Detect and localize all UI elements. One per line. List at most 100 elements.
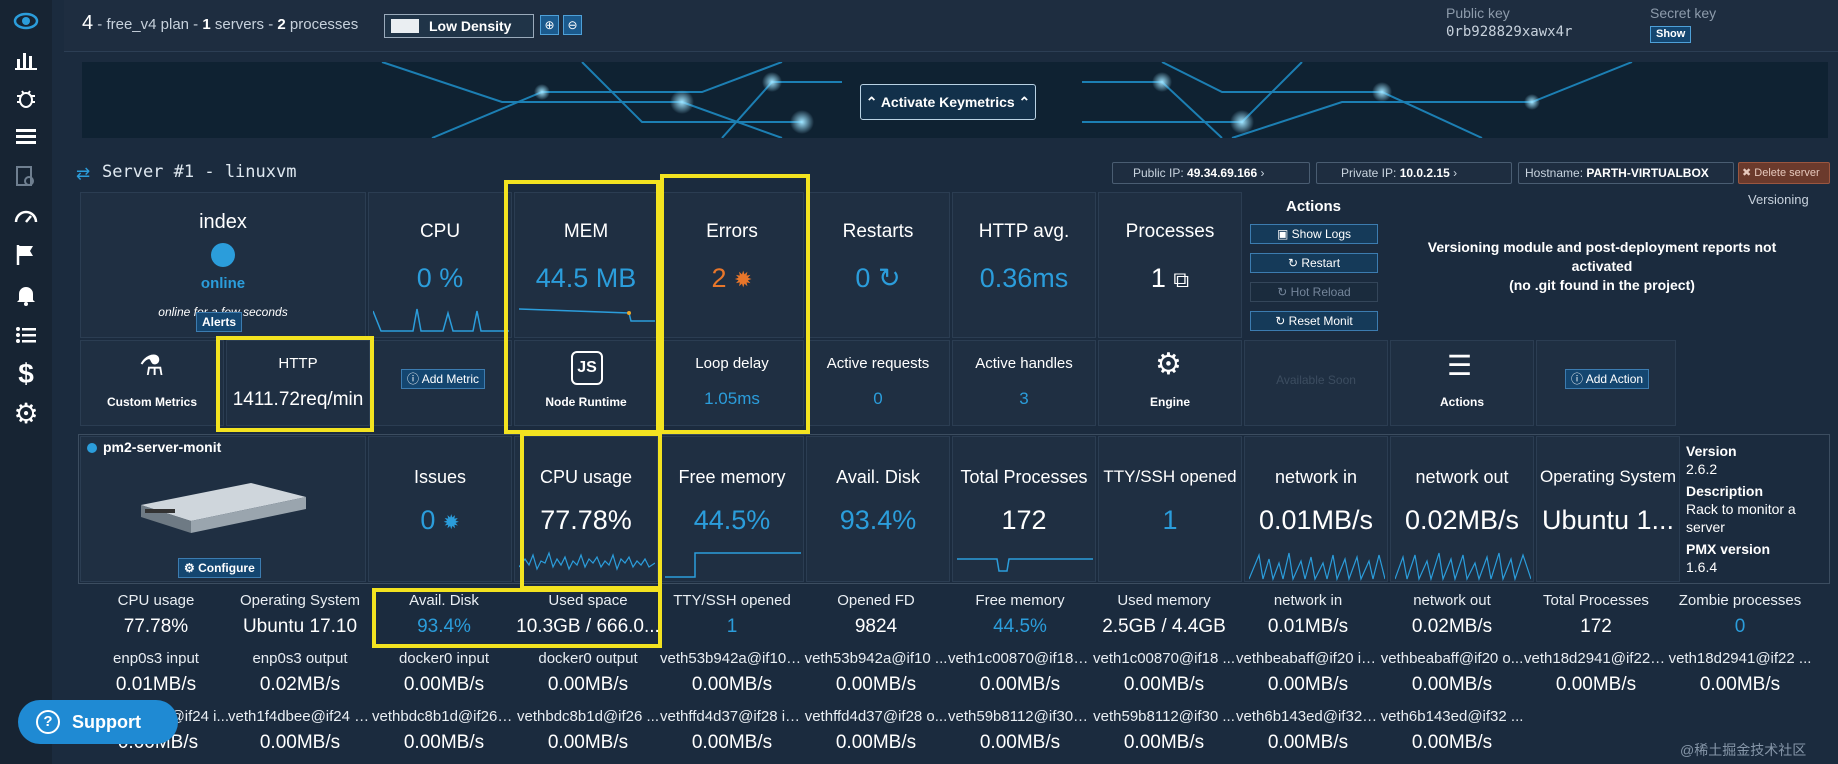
grid-value: 0.00MB/s: [979, 732, 1061, 753]
errors-value: 2: [711, 263, 727, 293]
cpu-sparkline: [373, 308, 509, 332]
engine-card[interactable]: ⚙ Engine: [1098, 340, 1242, 426]
hostname-pill: Hostname: PARTH-VIRTUALBOX: [1518, 162, 1734, 184]
bar-chart-icon[interactable]: [12, 46, 40, 74]
active-requests-card[interactable]: Active requests 0: [806, 340, 950, 426]
activate-keymetrics-button[interactable]: ⌃ Activate Keymetrics ⌃: [860, 84, 1036, 120]
cpu-usage-card[interactable]: CPU usage 77.78%: [514, 436, 658, 582]
http-avg-value: 0.36ms: [979, 263, 1069, 293]
tty-value: 1: [1162, 505, 1178, 535]
versioning-label: Versioning: [1748, 192, 1809, 207]
grid-value: 0.00MB/s: [1411, 674, 1493, 695]
active-handles-value: 3: [1019, 389, 1029, 408]
zoom-out-icon[interactable]: ⊖: [563, 15, 582, 35]
support-label: Support: [72, 712, 141, 732]
add-metric-button[interactable]: ⓘ Add Metric: [401, 369, 486, 389]
restarts-card[interactable]: Restarts 0 ↻: [806, 192, 950, 338]
plan-name: - free_v4 plan -: [93, 16, 203, 33]
mem-card[interactable]: MEM 44.5 MB: [514, 192, 658, 338]
process-status: online: [200, 275, 246, 292]
bell-icon[interactable]: [12, 282, 40, 310]
grid-value: 0.00MB/s: [403, 674, 485, 695]
density-select[interactable]: Low Density: [384, 14, 534, 38]
secret-key-show-button[interactable]: Show: [1650, 26, 1692, 43]
hot-reload-button[interactable]: ↻ Hot Reload: [1250, 282, 1378, 302]
private-ip-value: 10.0.2.15: [1399, 166, 1450, 180]
dollar-icon[interactable]: $: [12, 360, 40, 388]
custom-metrics-label: Custom Metrics: [106, 395, 198, 409]
add-action-button[interactable]: ⓘ Add Action: [1565, 369, 1650, 389]
restart-button[interactable]: ↻ Restart: [1250, 253, 1378, 273]
free-memory-label: Free memory: [678, 467, 786, 487]
network-out-card[interactable]: network out 0.02MB/s: [1390, 436, 1534, 582]
http-avg-card[interactable]: HTTP avg. 0.36ms: [952, 192, 1096, 338]
grid-value: 0.00MB/s: [1699, 674, 1781, 695]
support-button[interactable]: ? Support: [18, 700, 178, 744]
bug-icon[interactable]: [12, 86, 40, 114]
configure-button[interactable]: ⚙ Configure: [178, 558, 261, 578]
grid-value: 44.5%: [993, 616, 1047, 637]
issues-bug-icon: ✹: [442, 512, 460, 534]
processes-label: Processes: [1125, 221, 1215, 242]
mem-label: MEM: [563, 221, 609, 242]
cpu-value: 0 %: [416, 263, 464, 293]
search-doc-icon[interactable]: [12, 164, 40, 192]
public-ip-pill[interactable]: Public IP: 49.34.69.166 ›: [1112, 162, 1310, 184]
network-in-card[interactable]: network in 0.01MB/s: [1244, 436, 1388, 582]
show-logs-button[interactable]: ▣ Show Logs: [1250, 224, 1378, 244]
http-card[interactable]: HTTP 1411.72req/min: [226, 340, 370, 426]
node-runtime-card[interactable]: JS Node Runtime: [514, 340, 658, 426]
processes-count: 2: [277, 16, 286, 33]
custom-metrics-card[interactable]: ⚗ Custom Metrics: [80, 340, 224, 426]
gear-icon[interactable]: ⚙: [12, 400, 40, 428]
grid-key: veth18d2941@if22 ...: [1668, 650, 1812, 667]
configure-label: Configure: [198, 561, 255, 575]
grid-value: 0.00MB/s: [1555, 674, 1637, 695]
zoom-in-icon[interactable]: ⊕: [540, 15, 559, 35]
flag-icon[interactable]: [12, 242, 40, 270]
os-card[interactable]: Operating System Ubuntu 1...: [1536, 436, 1680, 582]
gauge-icon[interactable]: [12, 204, 40, 232]
private-ip-pill[interactable]: Private IP: 10.0.2.15 ›: [1316, 162, 1512, 184]
restarts-label: Restarts: [842, 221, 914, 242]
sitemap-icon: ⧉: [1173, 267, 1190, 292]
tty-card[interactable]: TTY/SSH opened 1: [1098, 436, 1242, 582]
alerts-button[interactable]: Alerts: [196, 312, 243, 332]
actions-card[interactable]: ☰ Actions: [1390, 340, 1534, 426]
grid-value: 0.00MB/s: [259, 732, 341, 753]
grid-value: 0.00MB/s: [1267, 674, 1349, 695]
servers-word: servers -: [210, 16, 278, 33]
total-processes-card[interactable]: Total Processes 172: [952, 436, 1096, 582]
grid-key: veth1c00870@if18 ...: [1093, 650, 1235, 667]
reset-monit-button[interactable]: ↻ Reset Monit: [1250, 311, 1378, 331]
tty-label: TTY/SSH opened: [1103, 467, 1237, 486]
versioning-msg-line-3: (no .git found in the project): [1509, 277, 1695, 293]
processes-card[interactable]: Processes 1 ⧉: [1098, 192, 1242, 338]
sidebar: $ ⚙: [0, 0, 52, 764]
grid-key: Operating System: [239, 592, 361, 609]
public-key-value: 0rb928829xawx4r: [1446, 24, 1573, 40]
grid-value: 10.3GB / 666.0...: [516, 616, 660, 637]
grid-key: enp0s3 output: [252, 650, 348, 667]
eye-icon[interactable]: [12, 8, 40, 36]
loop-delay-card[interactable]: Loop delay 1.05ms: [660, 340, 804, 426]
stack-icon[interactable]: [12, 124, 40, 152]
cpu-card[interactable]: CPU 0 %: [368, 192, 512, 338]
delete-server-button[interactable]: ✖ Delete server: [1738, 162, 1830, 184]
grid-value: 0.00MB/s: [547, 732, 629, 753]
delete-server-label: Delete server: [1754, 167, 1820, 179]
list-icon[interactable]: [12, 322, 40, 350]
free-memory-card[interactable]: Free memory 44.5%: [660, 436, 804, 582]
issues-value: 0: [420, 505, 436, 535]
avail-disk-card[interactable]: Avail. Disk 93.4%: [806, 436, 950, 582]
issues-card[interactable]: Issues 0 ✹: [368, 436, 512, 582]
processes-value: 1: [1150, 263, 1166, 293]
total-processes-value: 172: [1001, 505, 1047, 535]
grid-value: 0.02MB/s: [259, 674, 341, 695]
hostname-label: Hostname:: [1525, 166, 1584, 180]
errors-card[interactable]: Errors 2 ✹: [660, 192, 804, 338]
grid-value: 0.02MB/s: [1411, 616, 1493, 637]
grid-value: 0.01MB/s: [1267, 616, 1349, 637]
active-handles-card[interactable]: Active handles 3: [952, 340, 1096, 426]
process-name: index: [199, 211, 247, 233]
